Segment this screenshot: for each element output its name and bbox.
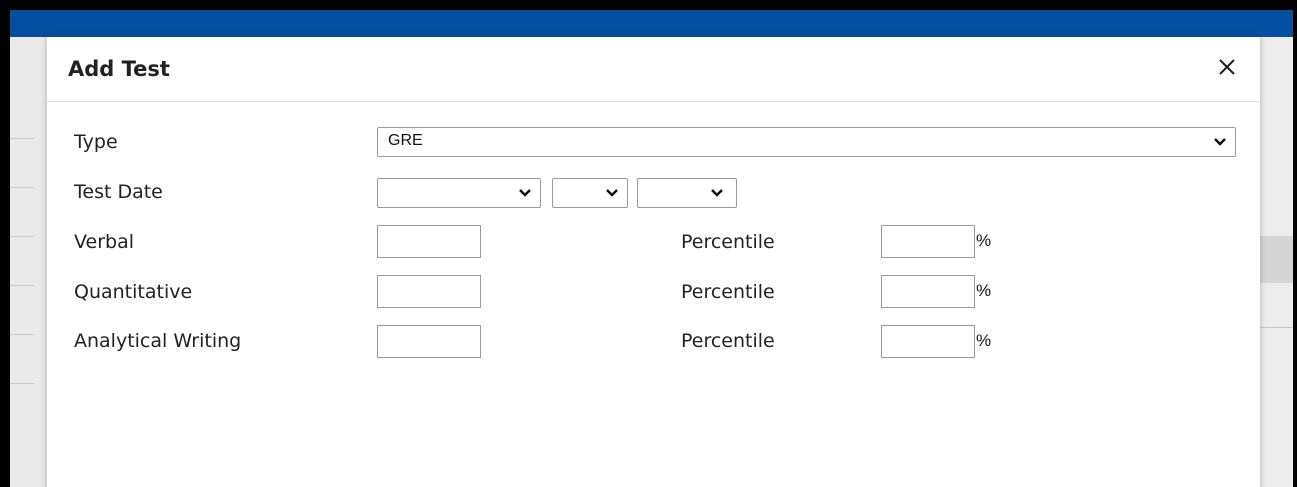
type-label: Type — [74, 131, 118, 153]
background-right-block — [1260, 236, 1293, 283]
quantitative-score-input[interactable] — [377, 275, 481, 308]
background-divider — [10, 334, 34, 335]
verbal-score-input[interactable] — [377, 225, 481, 258]
background-divider — [1260, 327, 1293, 328]
verbal-percentile-label: Percentile — [681, 231, 775, 253]
test-date-label: Test Date — [74, 181, 163, 203]
close-button[interactable] — [1214, 54, 1240, 80]
type-select[interactable]: GRE — [377, 127, 1236, 157]
background-left-panel — [10, 37, 47, 487]
chevron-down-icon — [519, 189, 531, 197]
chevron-down-icon — [606, 189, 618, 197]
background-divider — [10, 285, 34, 286]
close-icon — [1219, 59, 1235, 75]
analytical-writing-score-input[interactable] — [377, 325, 481, 358]
screen: Add Test Type GRE Test Date Verbal Perce… — [10, 10, 1293, 487]
analytical-writing-label: Analytical Writing — [74, 330, 242, 352]
background-divider — [10, 383, 34, 384]
verbal-percentile-input[interactable] — [881, 225, 975, 258]
percent-sign: % — [976, 281, 992, 300]
type-select-value: GRE — [388, 132, 423, 149]
add-test-dialog: Add Test Type GRE Test Date Verbal Perce… — [47, 37, 1260, 487]
quantitative-label: Quantitative — [74, 281, 193, 303]
test-date-day-select[interactable] — [552, 178, 628, 208]
dialog-header: Add Test — [47, 37, 1260, 102]
percent-sign: % — [976, 331, 992, 350]
analytical-writing-percentile-input[interactable] — [881, 325, 975, 358]
chevron-down-icon — [711, 189, 723, 197]
quantitative-percentile-label: Percentile — [681, 281, 775, 303]
analytical-writing-percentile-label: Percentile — [681, 330, 775, 352]
chevron-down-icon — [1214, 138, 1226, 146]
top-bar — [10, 10, 1293, 37]
test-date-year-select[interactable] — [637, 178, 737, 208]
background-divider — [10, 236, 34, 237]
test-date-month-select[interactable] — [377, 178, 541, 208]
dialog-title: Add Test — [68, 57, 170, 81]
percent-sign: % — [976, 231, 992, 250]
background-divider — [10, 138, 34, 139]
quantitative-percentile-input[interactable] — [881, 275, 975, 308]
background-divider — [10, 187, 34, 188]
verbal-label: Verbal — [74, 231, 135, 253]
